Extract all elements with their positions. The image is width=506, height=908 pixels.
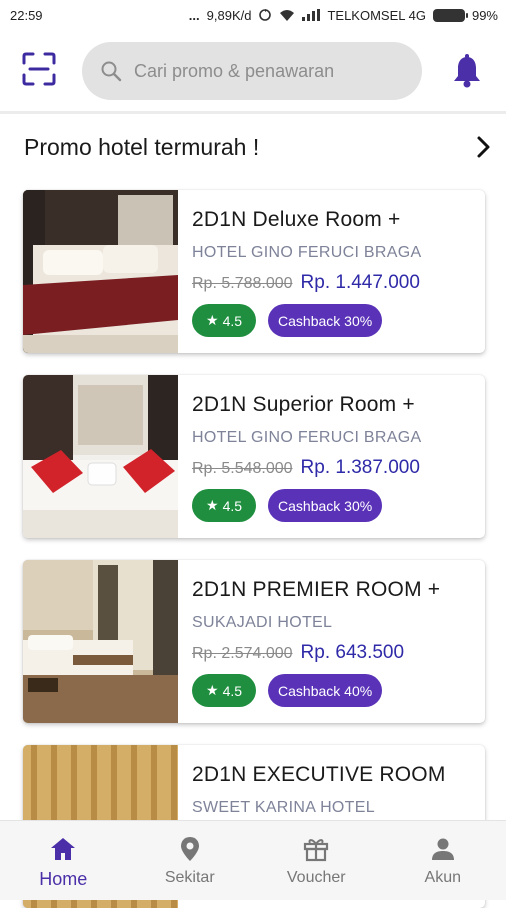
promo-card[interactable]: 2D1N Superior Room + HOTEL GINO FERUCI B…: [23, 375, 485, 538]
discount-price: Rp. 1.447.000: [301, 272, 420, 294]
room-title: 2D1N Superior Room +: [192, 393, 485, 417]
promo-card[interactable]: 2D1N Deluxe Room + HOTEL GINO FERUCI BRA…: [23, 190, 485, 353]
bottom-navigation: Home Sekitar Voucher Akun: [0, 820, 506, 900]
person-icon: [429, 835, 457, 863]
nav-account-label: Akun: [425, 869, 461, 887]
network-speed: 9,89K/d: [207, 8, 252, 23]
badges: ★ 4.5 Cashback 30%: [192, 489, 485, 522]
room-title: 2D1N PREMIER ROOM +: [192, 578, 485, 602]
search-input[interactable]: [134, 61, 394, 82]
hotel-name: SUKAJADI HOTEL: [192, 614, 485, 632]
nav-home[interactable]: Home: [0, 821, 127, 900]
price-row: Rp. 2.574.000 Rp. 643.500: [192, 642, 485, 664]
original-price: Rp. 5.788.000: [192, 275, 293, 293]
card-body: 2D1N Deluxe Room + HOTEL GINO FERUCI BRA…: [178, 190, 485, 353]
search-icon: [100, 60, 122, 82]
status-indicators: ... 9,89K/d TELKOMSEL 4G 99%: [189, 8, 498, 23]
location-pin-icon: [176, 835, 204, 863]
nav-voucher[interactable]: Voucher: [253, 821, 380, 900]
nav-voucher-label: Voucher: [287, 869, 346, 887]
card-body: 2D1N PREMIER ROOM + SUKAJADI HOTEL Rp. 2…: [178, 560, 485, 723]
scan-icon[interactable]: [22, 52, 56, 86]
hotel-name: HOTEL GINO FERUCI BRAGA: [192, 429, 485, 447]
cashback-badge: Cashback 40%: [268, 674, 382, 707]
cashback-badge: Cashback 30%: [268, 304, 382, 337]
room-title: 2D1N Deluxe Room +: [192, 208, 485, 232]
rating-value: 4.5: [223, 498, 242, 514]
nav-home-label: Home: [39, 869, 87, 890]
section-title: Promo hotel termurah !: [24, 134, 259, 161]
badges: ★ 4.5 Cashback 30%: [192, 304, 485, 337]
sync-icon: [258, 8, 272, 22]
promo-card[interactable]: 2D1N PREMIER ROOM + SUKAJADI HOTEL Rp. 2…: [23, 560, 485, 723]
star-icon: ★: [206, 312, 219, 329]
star-icon: ★: [206, 682, 219, 699]
room-title: 2D1N EXECUTIVE ROOM: [192, 763, 485, 787]
status-dots: ...: [189, 8, 200, 23]
nav-nearby[interactable]: Sekitar: [127, 821, 254, 900]
discount-price: Rp. 643.500: [301, 642, 405, 664]
hotel-photo: [23, 560, 178, 723]
nav-account[interactable]: Akun: [380, 821, 506, 900]
hotel-photo: [23, 375, 178, 538]
star-icon: ★: [206, 497, 219, 514]
card-body: 2D1N Superior Room + HOTEL GINO FERUCI B…: [178, 375, 485, 538]
search-bar[interactable]: [82, 42, 422, 100]
app-header: [0, 30, 506, 114]
rating-badge: ★ 4.5: [192, 304, 256, 337]
wifi-icon: [279, 9, 295, 22]
rating-value: 4.5: [223, 313, 242, 329]
carrier-name: TELKOMSEL 4G: [327, 8, 426, 23]
rating-badge: ★ 4.5: [192, 674, 256, 707]
section-header: Promo hotel termurah !: [24, 130, 494, 164]
rating-badge: ★ 4.5: [192, 489, 256, 522]
discount-price: Rp. 1.387.000: [301, 457, 420, 479]
hotel-photo: [23, 190, 178, 353]
notification-bell-icon[interactable]: [452, 54, 482, 88]
cashback-badge: Cashback 30%: [268, 489, 382, 522]
price-row: Rp. 5.548.000 Rp. 1.387.000: [192, 457, 485, 479]
status-time: 22:59: [10, 8, 43, 23]
original-price: Rp. 2.574.000: [192, 645, 293, 663]
price-row: Rp. 5.788.000 Rp. 1.447.000: [192, 272, 485, 294]
gift-icon: [302, 835, 330, 863]
signal-icon: [302, 9, 320, 21]
rating-value: 4.5: [223, 683, 242, 699]
badges: ★ 4.5 Cashback 40%: [192, 674, 485, 707]
home-icon: [49, 835, 77, 863]
original-price: Rp. 5.548.000: [192, 460, 293, 478]
status-bar: 22:59 ... 9,89K/d TELKOMSEL 4G 99%: [0, 0, 506, 30]
battery-icon: [433, 9, 465, 22]
nav-nearby-label: Sekitar: [165, 869, 215, 887]
hotel-name: SWEET KARINA HOTEL: [192, 799, 485, 817]
battery-level: 99%: [472, 8, 498, 23]
hotel-name: HOTEL GINO FERUCI BRAGA: [192, 244, 485, 262]
chevron-right-icon[interactable]: [474, 133, 494, 161]
